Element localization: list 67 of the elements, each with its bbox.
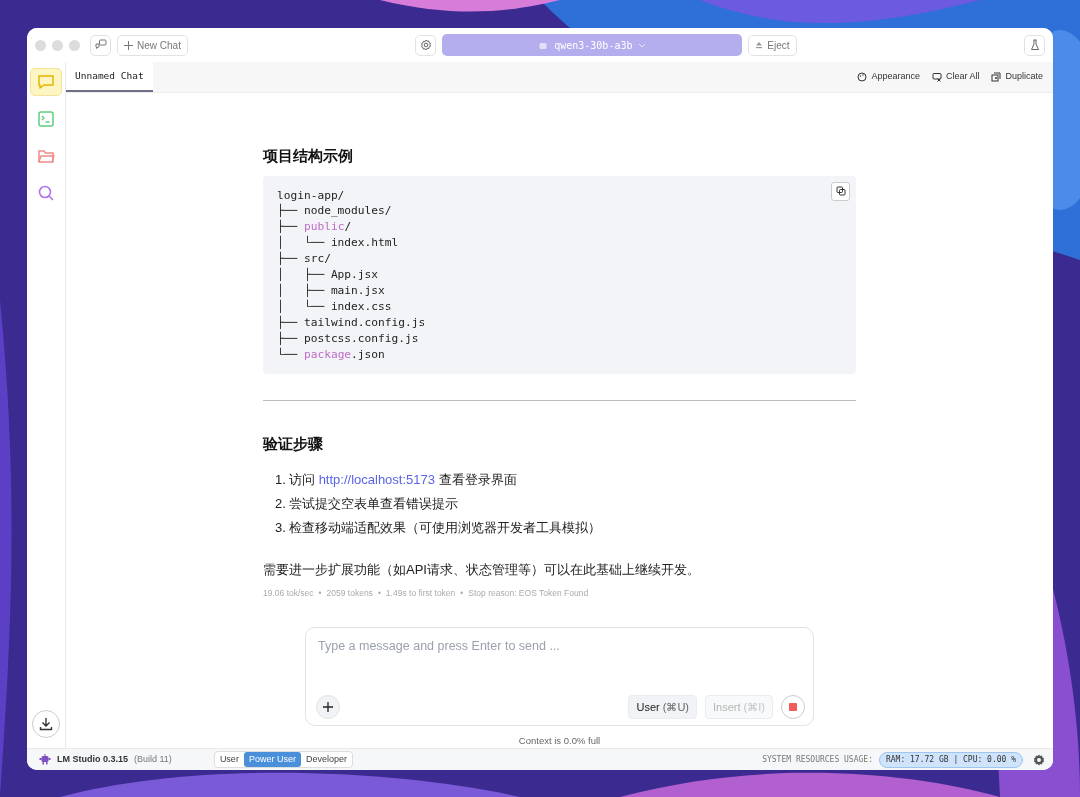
search-icon <box>37 184 55 202</box>
section-heading: 验证步骤 <box>263 434 324 455</box>
plus-icon <box>322 700 334 713</box>
list-item: 检查移动端适配效果（可使用浏览器开发者工具模拟） <box>289 519 601 536</box>
terminal-icon <box>37 110 55 128</box>
code-line: │ ├── App.jsx <box>277 267 379 283</box>
code-line: └── package.json <box>277 346 385 363</box>
download-button[interactable] <box>32 710 60 738</box>
code-line: login-app/ <box>277 187 345 203</box>
chevron-down-icon <box>638 42 647 48</box>
appearance-button[interactable]: Appearance <box>851 70 926 84</box>
code-line: │ ├── main.jsx <box>277 282 385 299</box>
flask-icon <box>1028 39 1041 51</box>
generation-stat: Stop reason: EOS Token Found <box>468 587 589 601</box>
settings-icon[interactable] <box>1033 753 1045 766</box>
resources-usage: RAM: 17.72 GB | CPU: 0.00 % <box>878 751 1023 768</box>
code-line: ├── tailwind.config.js <box>277 314 426 331</box>
generation-stat: 1.49s to first token <box>385 587 456 601</box>
code-line: ├── src/ <box>277 251 331 267</box>
step-number: 1. <box>275 471 287 488</box>
code-line: │ └── index.html <box>277 235 399 251</box>
step-number: 2. <box>275 495 287 512</box>
context-usage-text: Context is 0.0% full <box>518 733 601 748</box>
clear-chat-icon <box>931 72 942 82</box>
mode-option[interactable]: User <box>214 751 244 768</box>
eject-icon <box>755 41 764 49</box>
step-number: 3. <box>275 519 287 536</box>
chat-icon <box>37 73 55 91</box>
add-button[interactable] <box>316 694 340 719</box>
link[interactable]: http://localhost:5173 <box>318 471 435 487</box>
code-line: ├── public/ <box>277 219 352 235</box>
chat-tab[interactable]: Unnamed Chat <box>66 62 153 92</box>
stop-icon <box>788 701 798 712</box>
build-number: (Build 11) <box>134 752 172 766</box>
eject-button[interactable]: Eject <box>748 34 797 56</box>
role-button[interactable]: User (⌘U) <box>628 694 698 719</box>
resources-label: SYSTEM RESOURCES USAGE: <box>762 753 873 766</box>
palette-icon <box>857 72 868 82</box>
app-version: LM Studio 0.3.15 <box>57 752 128 766</box>
section-heading: 项目结构示例 <box>263 146 354 166</box>
folder-icon <box>37 147 55 165</box>
code-line: ├── postcss.config.js <box>277 330 419 347</box>
plus-icon <box>124 40 133 50</box>
clear-all-button[interactable]: Clear All <box>925 70 986 84</box>
chat-bubbles-icon <box>94 39 107 51</box>
list-item: 访问 http://localhost:5173 查看登录界面 <box>289 471 517 488</box>
settings-button[interactable] <box>415 34 437 56</box>
duplicate-button[interactable]: Duplicate <box>985 70 1049 84</box>
settings-icon <box>419 39 432 51</box>
list-item: 尝试提交空表单查看错误提示 <box>289 495 458 512</box>
labs-button[interactable] <box>1024 34 1045 56</box>
separator-dot: • <box>318 587 322 601</box>
duplicate-icon <box>991 72 1002 82</box>
copy-icon <box>835 186 846 196</box>
stop-button[interactable] <box>781 694 805 719</box>
code-line: │ └── index.css <box>277 298 392 315</box>
generation-stat: 19.06 tok/sec <box>263 587 314 601</box>
new-chat-button[interactable]: New Chat <box>117 34 188 56</box>
code-line: ├── node_modules/ <box>277 203 392 219</box>
paragraph: 需要进一步扩展功能（如API请求、状态管理等）可以在此基础上继续开发。 <box>263 560 701 579</box>
separator-dot: • <box>460 587 464 601</box>
copy-button[interactable] <box>831 181 850 201</box>
generation-stat: 2059 tokens <box>326 587 373 601</box>
chats-toggle-button[interactable] <box>90 34 111 56</box>
download-icon <box>39 717 53 731</box>
mode-option[interactable]: Developer <box>300 751 352 768</box>
separator-dot: • <box>377 587 381 601</box>
